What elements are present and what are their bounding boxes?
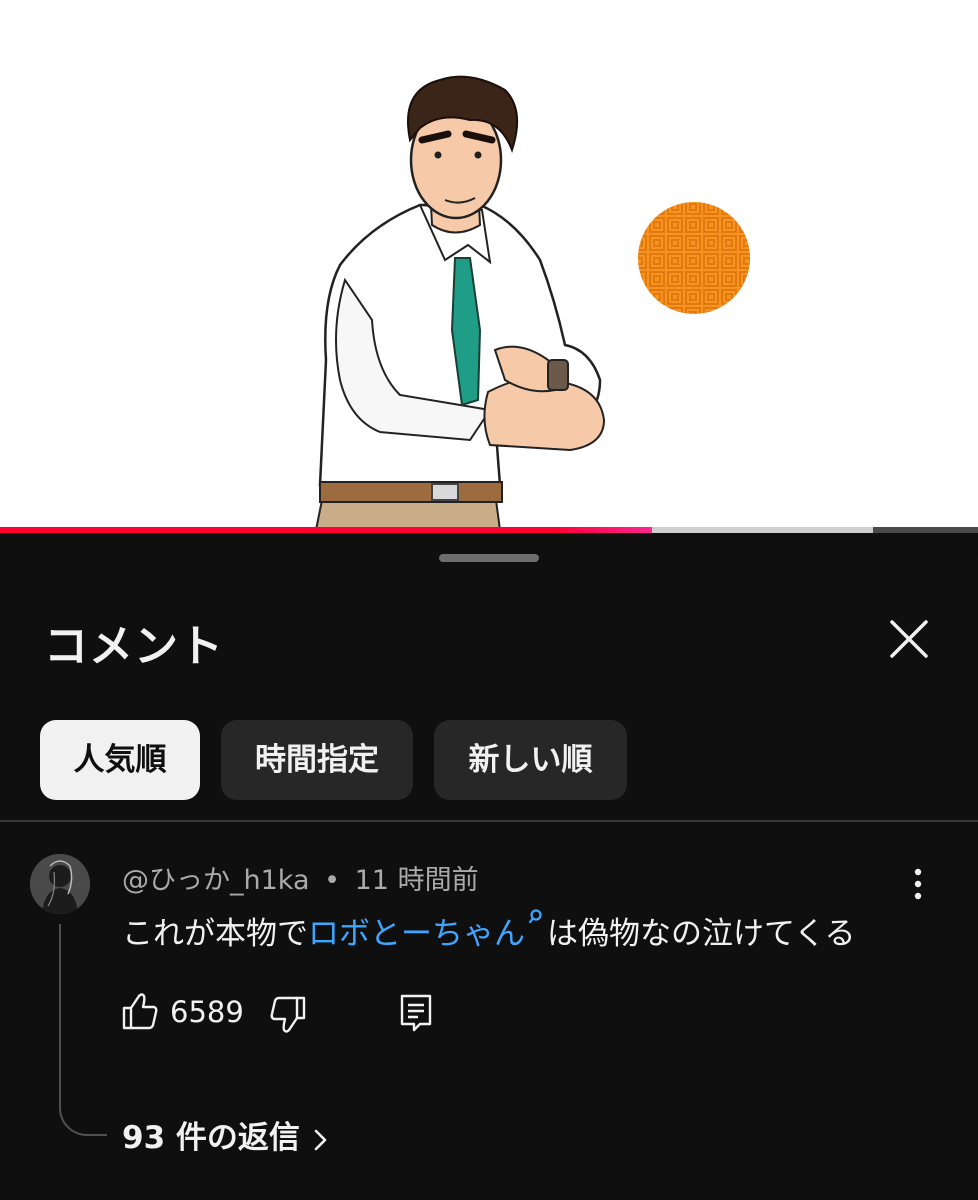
divider <box>0 820 978 822</box>
meta-separator: • <box>324 865 341 896</box>
search-icon <box>528 909 542 924</box>
comment-text: これが本物でロボとーちゃん は偽物なの泣けてくる <box>122 908 855 953</box>
view-replies-button[interactable]: 93 件の返信 <box>122 1112 332 1157</box>
comment-author[interactable]: @ひっか_h1ka <box>122 865 310 896</box>
chevron-right-icon <box>314 1129 327 1150</box>
thumb-down-icon <box>270 996 306 1033</box>
replies-label: 93 件の返信 <box>122 1120 300 1156</box>
chip-popular[interactable]: 人気順 <box>40 720 200 800</box>
reply-icon <box>400 994 432 1032</box>
more-vert-icon <box>914 868 922 900</box>
comment-text-before: これが本物で <box>122 916 308 952</box>
thumb-up-icon <box>122 993 158 1030</box>
panel-title: コメント <box>44 621 224 672</box>
comment-text-after: は偽物なの泣けてくる <box>547 916 856 952</box>
progress-played <box>0 527 653 533</box>
video-frame-illustration <box>314 75 750 530</box>
chip-timed[interactable]: 時間指定 <box>221 720 413 800</box>
close-button[interactable] <box>884 614 934 664</box>
reply-button[interactable] <box>396 990 436 1034</box>
more-options-button[interactable] <box>900 864 936 904</box>
drag-handle[interactable] <box>439 554 539 562</box>
like-button[interactable] <box>120 990 160 1034</box>
close-icon <box>890 620 928 658</box>
thread-line <box>59 924 107 1136</box>
avatar-image <box>30 854 90 914</box>
comment-meta: @ひっか_h1ka • 11 時間前 <box>122 858 479 897</box>
comment-time: 11 時間前 <box>354 865 479 896</box>
video-progress-bar[interactable] <box>0 527 978 533</box>
search-link-text: ロボとーちゃん <box>308 916 525 952</box>
video-player[interactable] <box>0 0 978 530</box>
search-link[interactable]: ロボとーちゃん <box>308 909 547 952</box>
like-count: 6589 <box>170 995 244 1029</box>
avatar[interactable] <box>30 854 90 914</box>
dislike-button[interactable] <box>268 990 308 1034</box>
comments-sheet: コメント 人気順 時間指定 新しい順 @ひっか_h1ka • 11 時間前 これ… <box>0 534 978 1200</box>
orange-crest-icon <box>638 202 750 314</box>
chip-newest[interactable]: 新しい順 <box>434 720 627 800</box>
